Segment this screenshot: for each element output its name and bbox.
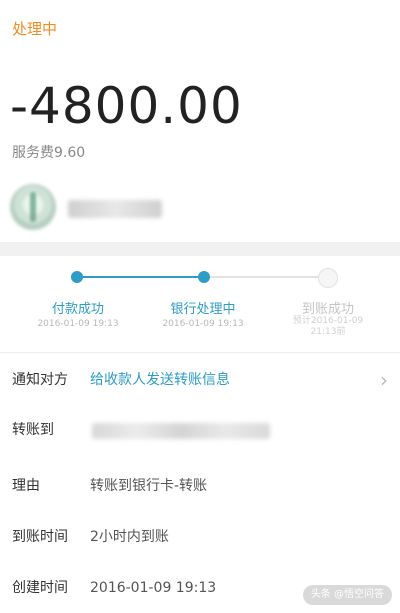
- created-time-label: 创建时间: [12, 580, 68, 596]
- arrival-time-row: 到账时间 2小时内到账: [0, 512, 400, 562]
- avatar-detail: [30, 192, 36, 222]
- reason-row: 理由 转账到银行卡-转账: [0, 461, 400, 511]
- transfer-amount: -4800.00: [10, 77, 243, 135]
- step-time-paid: 2016-01-09 19:13: [37, 319, 119, 329]
- watermark: 头条 @悟空问答: [302, 585, 392, 605]
- recipient-account-blurred: [92, 423, 270, 439]
- step-dot-done: [71, 271, 83, 283]
- step-time-processing: 2016-01-09 19:13: [162, 319, 244, 329]
- reason-label: 理由: [12, 478, 40, 494]
- transfer-to-label: 转账到: [12, 422, 54, 438]
- step-dot-current: [198, 271, 210, 283]
- notify-recipient-row[interactable]: 通知对方 给收款人发送转账信息 ›: [0, 355, 400, 405]
- arrival-time-value: 2小时内到账: [90, 529, 169, 545]
- step-time-arrival-estimate: 预计2016-01-09 21:13前: [292, 316, 364, 337]
- arrival-time-label: 到账时间: [12, 529, 68, 545]
- recipient-name-blurred: [68, 200, 162, 218]
- step-label-processing: 银行处理中: [170, 302, 236, 317]
- step-label-arrived: 到账成功: [301, 302, 354, 317]
- progress-line-done: [77, 276, 205, 278]
- notify-link[interactable]: 给收款人发送转账信息: [90, 355, 230, 405]
- status-label: 处理中: [12, 20, 58, 38]
- section-divider: [0, 242, 400, 256]
- reason-value: 转账到银行卡-转账: [90, 478, 208, 494]
- progress-line-pending: [205, 276, 329, 278]
- created-time-value: 2016-01-09 19:13: [90, 580, 217, 596]
- step-dot-pending: [318, 268, 338, 288]
- transfer-to-row: 转账到: [0, 405, 400, 455]
- chevron-right-icon: ›: [380, 368, 388, 392]
- notify-label: 通知对方: [12, 372, 68, 388]
- service-fee: 服务费9.60: [12, 145, 86, 161]
- step-label-paid: 付款成功: [51, 302, 104, 317]
- details-divider: [0, 352, 400, 353]
